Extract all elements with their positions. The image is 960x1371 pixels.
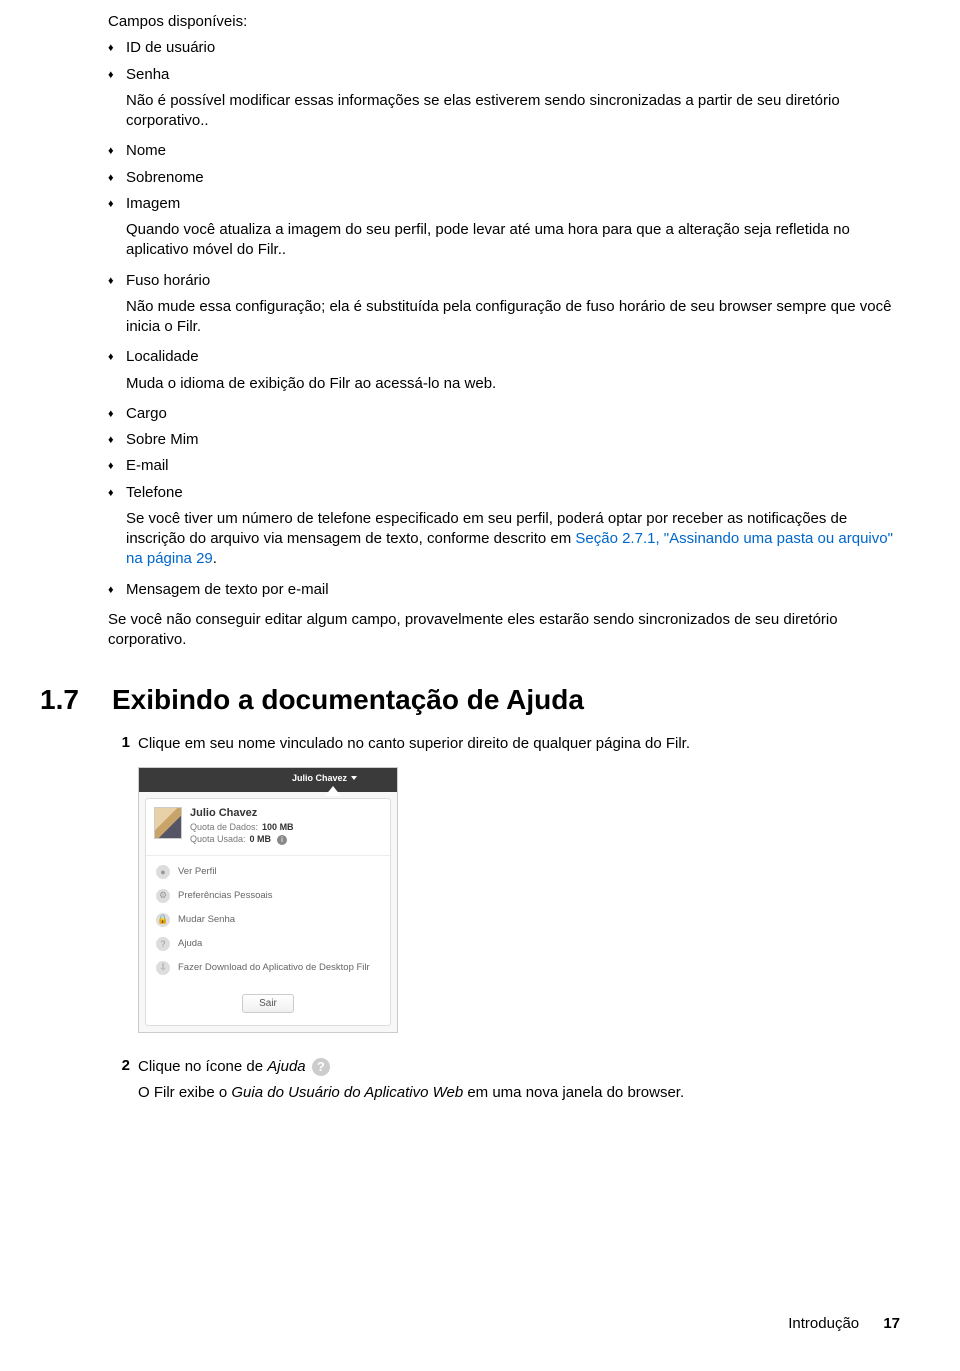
menu-item-label: Fazer Download do Aplicativo de Desktop … (178, 962, 370, 973)
menu-item-view-profile[interactable]: ● Ver Perfil (146, 860, 390, 884)
field-label: Cargo (126, 405, 167, 422)
field-senha-note: Não é possível modificar essas informaçõ… (126, 91, 900, 132)
quota-used: Quota Usada: 0 MB i (190, 834, 382, 845)
step-1-text: Clique em seu nome vinculado no canto su… (138, 734, 900, 754)
field-telefone: Telefone Se você tiver um número de tele… (108, 483, 900, 570)
field-label: Mensagem de texto por e-mail (126, 581, 329, 598)
used-value: 0 MB (250, 834, 272, 844)
step-2-out-c: em uma nova janela do browser. (463, 1084, 684, 1101)
field-imagem: Imagem Quando você atualiza a imagem do … (108, 194, 900, 261)
sync-note: Se você não conseguir editar algum campo… (108, 610, 900, 651)
logout-button[interactable]: Sair (242, 994, 294, 1013)
popover-arrow-icon (325, 786, 341, 796)
step-number-1: 1 (108, 734, 138, 754)
quota-data: Quota de Dados: 100 MB (190, 822, 382, 832)
menu-item-label: Ajuda (178, 938, 202, 949)
field-senha: Senha Não é possível modificar essas inf… (108, 65, 900, 132)
field-localidade-note: Muda o idioma de exibição do Filr ao ace… (126, 374, 900, 394)
field-nome: Nome (108, 141, 900, 161)
menu-item-help[interactable]: ? Ajuda (146, 932, 390, 956)
panel-username: Julio Chavez (190, 807, 382, 819)
field-label: Imagem (126, 195, 180, 212)
menu-item-preferences[interactable]: ⚙ Preferências Pessoais (146, 884, 390, 908)
field-sobrenome: Sobrenome (108, 168, 900, 188)
step-2-help-word: Ajuda (267, 1058, 305, 1075)
field-label: Telefone (126, 484, 183, 501)
quota-label: Quota de Dados: (190, 822, 258, 832)
field-label: Localidade (126, 348, 199, 365)
user-menu-screenshot: Julio Chavez Julio Chavez Quota de Dados… (138, 767, 398, 1033)
field-label: Sobrenome (126, 169, 204, 186)
field-label: Sobre Mim (126, 431, 199, 448)
menu-item-label: Mudar Senha (178, 914, 235, 925)
field-localidade: Localidade Muda o idioma de exibição do … (108, 347, 900, 394)
field-sobre-mim: Sobre Mim (108, 430, 900, 450)
step-number-2: 2 (108, 1057, 138, 1104)
field-label: ID de usuário (126, 39, 215, 56)
field-imagem-note: Quando você atualiza a imagem do seu per… (126, 220, 900, 261)
menu-item-change-password[interactable]: 🔒 Mudar Senha (146, 908, 390, 932)
fields-intro: Campos disponíveis: (108, 12, 900, 32)
field-fuso: Fuso horário Não mude essa configuração;… (108, 271, 900, 338)
step-2-result: O Filr exibe o Guia do Usuário do Aplica… (138, 1083, 900, 1103)
help-icon: ? (312, 1058, 330, 1076)
gear-icon: ⚙ (156, 889, 170, 903)
topbar-username[interactable]: Julio Chavez (292, 773, 357, 783)
info-icon[interactable]: i (277, 835, 287, 845)
field-label: Fuso horário (126, 272, 210, 289)
field-msg-texto: Mensagem de texto por e-mail (108, 580, 900, 600)
avatar (154, 807, 182, 839)
field-id-usuario: ID de usuário (108, 38, 900, 58)
menu-item-label: Preferências Pessoais (178, 890, 273, 901)
section-title: Exibindo a documentação de Ajuda (112, 684, 584, 716)
step-2-text-a: Clique no ícone de (138, 1058, 267, 1075)
field-cargo: Cargo (108, 404, 900, 424)
used-label: Quota Usada: (190, 834, 246, 844)
telefone-note-end: . (213, 550, 217, 567)
field-fuso-note: Não mude essa configuração; ela é substi… (126, 297, 900, 338)
field-label: Nome (126, 142, 166, 159)
help-icon: ? (156, 937, 170, 951)
footer-page-number: 17 (883, 1315, 900, 1332)
menu-item-download[interactable]: ⇩ Fazer Download do Aplicativo de Desktop… (146, 956, 390, 980)
step-2-line1: Clique no ícone de Ajuda ? (138, 1057, 900, 1077)
section-number: 1.7 (40, 684, 112, 716)
user-icon: ● (156, 865, 170, 879)
download-icon: ⇩ (156, 961, 170, 975)
section-heading: 1.7 Exibindo a documentação de Ajuda (60, 684, 900, 716)
quota-value: 100 MB (262, 822, 294, 832)
field-email: E-mail (108, 456, 900, 476)
field-label: Senha (126, 66, 169, 83)
page-footer: Introdução 17 (788, 1315, 900, 1332)
step-2-text-c (306, 1058, 310, 1075)
step-2-out-guide: Guia do Usuário do Aplicativo Web (231, 1084, 463, 1101)
lock-icon: 🔒 (156, 913, 170, 927)
step-2-out-a: O Filr exibe o (138, 1084, 231, 1101)
footer-section: Introdução (788, 1315, 859, 1332)
field-telefone-note: Se você tiver um número de telefone espe… (126, 509, 900, 570)
field-label: E-mail (126, 457, 169, 474)
menu-item-label: Ver Perfil (178, 866, 217, 877)
